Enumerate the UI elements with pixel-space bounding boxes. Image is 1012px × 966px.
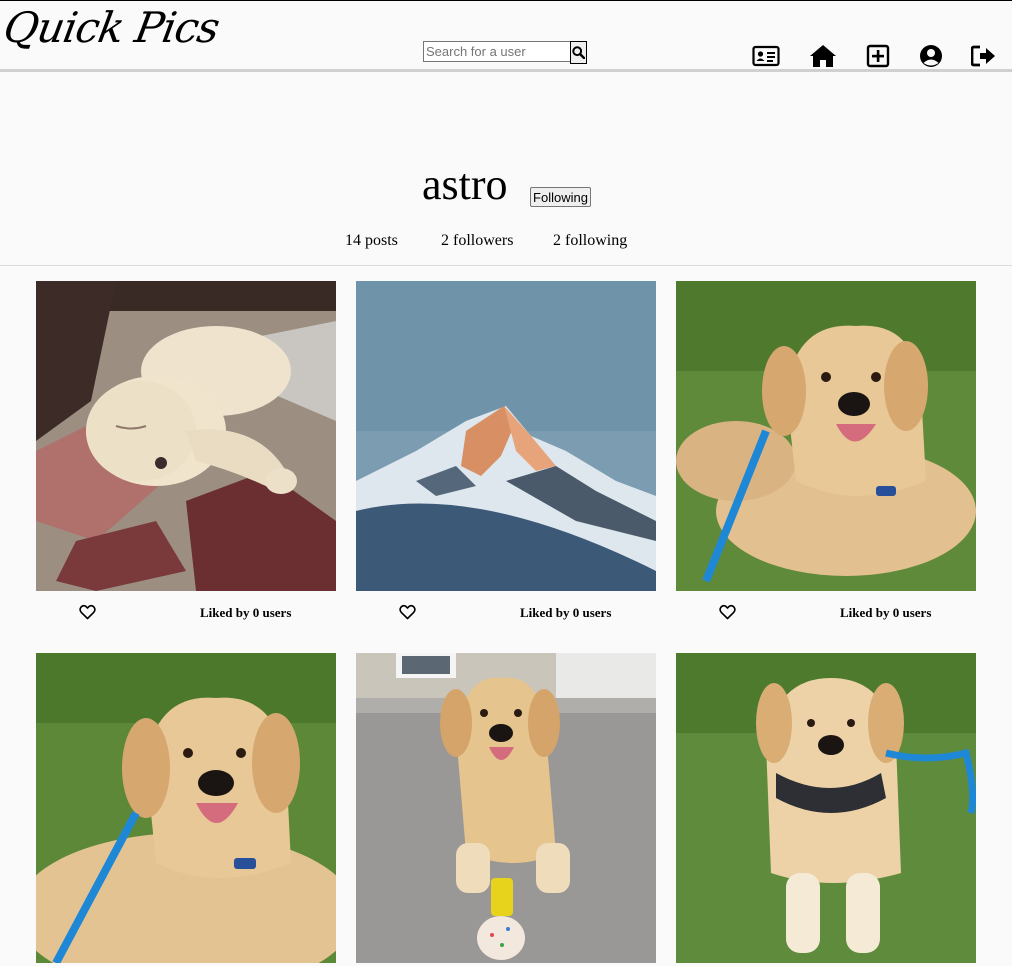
posts-count: 14 posts	[345, 232, 398, 249]
profile-header: astro Following 14 posts 2 followers 2 f…	[0, 72, 1012, 265]
likes-count: Liked by 0 users	[200, 605, 292, 620]
likes-count: Liked by 0 users	[840, 605, 932, 620]
post-actions: Liked by 0 users	[676, 591, 976, 635]
heart-icon[interactable]	[399, 604, 416, 620]
search-button[interactable]	[570, 41, 587, 64]
home-icon[interactable]	[809, 42, 837, 70]
profile-divider	[0, 265, 1012, 266]
post-image-sleeping-puppy[interactable]	[36, 281, 336, 591]
search-input[interactable]	[423, 41, 570, 62]
post-image-golden-retriever-grass[interactable]	[676, 281, 976, 591]
id-card-icon[interactable]	[752, 42, 780, 70]
heart-icon[interactable]	[79, 604, 96, 620]
sign-out-icon[interactable]	[970, 42, 998, 70]
post-image-birthday-cupcake[interactable]	[356, 653, 656, 963]
profile-username: astro	[422, 160, 508, 209]
user-circle-icon[interactable]	[917, 42, 945, 70]
search-icon	[572, 46, 585, 59]
post-actions: Liked by 0 users	[356, 591, 656, 635]
following-count[interactable]: 2 following	[553, 232, 627, 250]
post-image-golden-retriever-closeup[interactable]	[36, 653, 336, 963]
heart-icon[interactable]	[719, 604, 736, 620]
post-actions: Liked by 0 users	[36, 591, 336, 635]
navbar: Quick Pics	[0, 1, 1012, 69]
app-logo[interactable]: Quick Pics	[0, 3, 223, 52]
followers-count[interactable]: 2 followers	[441, 232, 513, 250]
likes-count: Liked by 0 users	[520, 605, 612, 620]
search-bar	[423, 41, 587, 64]
add-post-icon[interactable]	[864, 42, 892, 70]
post-image-puppy-harness[interactable]	[676, 653, 976, 963]
following-button[interactable]: Following	[530, 187, 591, 207]
post-image-mountain[interactable]	[356, 281, 656, 591]
